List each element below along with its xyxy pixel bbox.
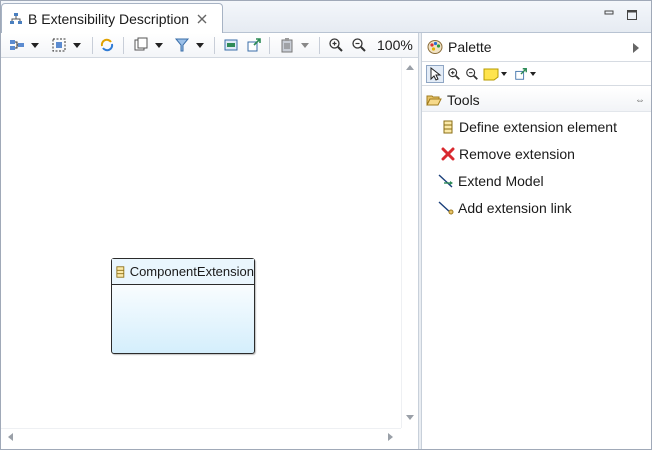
- export-icon: [247, 38, 261, 52]
- diagram-canvas[interactable]: ComponentExtension: [1, 58, 401, 428]
- chevron-down-icon[interactable]: [501, 72, 507, 76]
- scroll-up-icon[interactable]: [406, 65, 414, 70]
- palette-entry-remove-extension[interactable]: Remove extension: [438, 143, 575, 165]
- extension-link-icon: [438, 201, 454, 215]
- clipboard-button[interactable]: [279, 37, 309, 53]
- node-title: ComponentExtension: [129, 264, 254, 279]
- cursor-icon: [430, 67, 442, 81]
- scrollbar-corner: [401, 428, 418, 445]
- zoom-in-button[interactable]: [328, 37, 344, 53]
- zoom-out-icon: [352, 38, 366, 52]
- select-tool[interactable]: [426, 65, 444, 83]
- toolbar-separator: [269, 37, 270, 54]
- diagram-icon: [9, 12, 23, 26]
- layer-button[interactable]: [223, 37, 239, 53]
- chevron-down-icon[interactable]: [31, 42, 39, 48]
- refresh-button[interactable]: [99, 37, 115, 53]
- layer-icon: [224, 39, 238, 51]
- connection-icon: [515, 68, 527, 80]
- refresh-icon: [100, 38, 114, 52]
- palette-icon: [427, 40, 443, 54]
- palette-entry-label: Extend Model: [458, 173, 544, 189]
- zoom-in-icon: [329, 38, 343, 52]
- chevron-down-icon[interactable]: [530, 72, 536, 76]
- note-icon: [483, 68, 499, 81]
- toolbar-separator: [123, 37, 124, 54]
- chevron-down-icon[interactable]: [73, 42, 81, 48]
- clipboard-icon: [281, 38, 293, 53]
- scroll-left-icon[interactable]: [8, 433, 13, 441]
- palette-entry-define-extension-element[interactable]: Define extension element: [438, 116, 617, 138]
- folder-open-icon: [426, 95, 442, 105]
- extend-model-icon: [438, 174, 453, 188]
- palette-toolbar: [422, 61, 651, 86]
- note-tool[interactable]: [483, 66, 507, 82]
- node-header: ComponentExtension: [112, 259, 254, 285]
- tools-drawer[interactable]: Tools ⇔: [422, 88, 651, 112]
- export-button[interactable]: [246, 37, 262, 53]
- copy-format-icon: [134, 37, 148, 51]
- chevron-down-icon[interactable]: [301, 42, 309, 48]
- zoom-in-icon: [448, 68, 460, 80]
- horizontal-scrollbar[interactable]: [1, 428, 401, 445]
- editor-tab-title: B Extensibility Description: [28, 10, 190, 27]
- extension-element-icon: [116, 265, 125, 278]
- link-tool[interactable]: [514, 66, 536, 82]
- toolbar-separator: [319, 37, 320, 54]
- extension-element-icon: [443, 120, 453, 134]
- editor-tab-bar: B Extensibility Description: [1, 1, 651, 33]
- maximize-icon[interactable]: [624, 7, 640, 23]
- palette-entry-add-extension-link[interactable]: Add extension link: [438, 197, 572, 219]
- palette-zoom-in[interactable]: [447, 66, 461, 82]
- editor-tab[interactable]: B Extensibility Description: [1, 3, 223, 33]
- palette-entry-label: Add extension link: [458, 200, 572, 216]
- chevron-down-icon[interactable]: [155, 42, 163, 48]
- minimize-icon[interactable]: [601, 7, 617, 23]
- palette-entry-label: Define extension element: [459, 119, 617, 135]
- palette-header[interactable]: Palette: [422, 33, 651, 61]
- pin-icon[interactable]: ⇔: [635, 95, 645, 106]
- palette-panel: Palette Tools ⇔ Define extension element…: [422, 33, 651, 449]
- filter-icon: [174, 38, 190, 52]
- zoom-level-label[interactable]: 100%: [377, 37, 413, 53]
- zoom-out-button[interactable]: [351, 37, 367, 53]
- toolbar-separator: [92, 37, 93, 54]
- palette-title: Palette: [448, 39, 492, 55]
- drawer-label: Tools: [447, 91, 480, 108]
- editor-window: B Extensibility Description 100% Compone…: [0, 0, 652, 450]
- view-options-button[interactable]: [133, 37, 163, 53]
- select-all-icon: [52, 38, 66, 52]
- collapse-palette-icon[interactable]: [633, 43, 639, 53]
- palette-entry-extend-model[interactable]: Extend Model: [438, 170, 544, 192]
- select-all-button[interactable]: [51, 37, 81, 53]
- palette-zoom-out[interactable]: [465, 66, 479, 82]
- editor-toolbar: 100%: [1, 33, 421, 58]
- scroll-right-icon[interactable]: [388, 433, 393, 441]
- remove-x-icon: [441, 147, 455, 161]
- palette-entry-label: Remove extension: [459, 146, 575, 162]
- zoom-out-icon: [466, 68, 478, 80]
- vertical-scrollbar[interactable]: [401, 58, 418, 428]
- arrange-icon: [10, 40, 24, 50]
- scroll-down-icon[interactable]: [406, 415, 414, 420]
- arrange-all-button[interactable]: [9, 37, 39, 53]
- close-icon[interactable]: [196, 13, 207, 24]
- filter-button[interactable]: [174, 37, 204, 53]
- toolbar-separator: [214, 37, 215, 54]
- component-extension-node[interactable]: ComponentExtension: [111, 258, 255, 354]
- chevron-down-icon[interactable]: [196, 42, 204, 48]
